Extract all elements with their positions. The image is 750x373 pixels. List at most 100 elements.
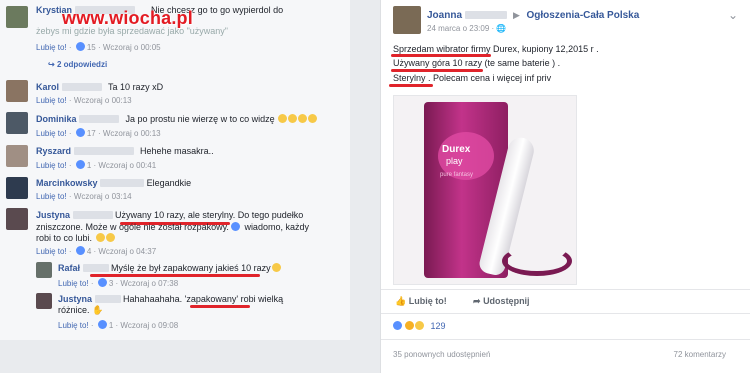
like-link[interactable]: Lubię to!: [36, 247, 67, 256]
comment-text: Hahahaahaha.: [123, 294, 185, 304]
like-icon: [75, 160, 85, 169]
divider: [381, 339, 750, 340]
like-icon: [75, 246, 85, 255]
globe-icon: 🌐: [496, 24, 507, 33]
comment-meta: Lubię to! · 1 · Wczoraj o 00:41: [36, 160, 157, 170]
comment: Justyna Hahahaahaha. 'zapakowany' robi w…: [58, 294, 338, 305]
replies-label: 2 odpowiedzi: [56, 60, 108, 69]
comment-author[interactable]: Dominika: [36, 114, 77, 124]
comment-meta: Lubię to! · 4 · Wczoraj o 04:37: [36, 246, 157, 256]
post-author[interactable]: Joanna: [427, 10, 462, 21]
comment-author[interactable]: Justyna: [36, 210, 70, 220]
wow-reaction-icon: [415, 321, 424, 330]
blurred-name: [464, 11, 507, 19]
comment-text: Ta 10 razy xD: [108, 82, 164, 92]
comments-count[interactable]: 72 komentarzy: [674, 350, 726, 359]
comment-author[interactable]: Karol: [36, 82, 59, 92]
post-date-row: 24 marca o 23:09 · 🌐: [427, 24, 507, 33]
like-link[interactable]: Lubię to!: [58, 321, 89, 330]
group-link[interactable]: Ogłoszenia-Cała Polska: [526, 10, 639, 21]
comment: Karol Ta 10 razy xD: [36, 82, 336, 93]
post-text-part: (te same baterie ) .: [482, 58, 561, 68]
reactions-count: 129: [430, 321, 446, 331]
post-line-2: Używany góra 10 razy (te same baterie ) …: [393, 58, 560, 69]
timestamp[interactable]: Wczoraj o 07:38: [120, 279, 178, 288]
reactions-summary[interactable]: 129: [391, 321, 446, 331]
replies-link[interactable]: ↪ 2 odpowiedzi: [48, 60, 107, 69]
like-count: 15: [86, 43, 96, 52]
like-count: 1: [108, 321, 114, 330]
share-button[interactable]: ➦ Udostępnij: [473, 296, 530, 307]
comment-meta: Lubię to! · 17 · Wczoraj o 00:13: [36, 128, 161, 138]
highlighted-text: Myślę że był zapakowany jakieś 10 razy: [111, 263, 271, 273]
blurred-name: [82, 264, 109, 272]
post-date[interactable]: 24 marca o 23:09: [427, 24, 489, 33]
comment-text: Ja po prostu nie wierzę w to co widzę: [125, 114, 275, 124]
red-underline: [190, 305, 250, 308]
like-count: 3: [108, 279, 114, 288]
shares-count[interactable]: 35 ponownych udostępnień: [393, 350, 490, 359]
highlighted-text: Używany góra 10 razy: [393, 58, 483, 68]
avatar[interactable]: [6, 80, 28, 102]
avatar[interactable]: [36, 293, 52, 309]
avatar[interactable]: [36, 262, 52, 278]
reply-arrow-icon: ↪: [48, 60, 55, 69]
share-button-label: Udostępnij: [483, 296, 530, 306]
comment-author[interactable]: Rafał: [58, 263, 80, 273]
comment-text: Do tego pudełko: [235, 210, 304, 220]
red-underline: [90, 274, 260, 277]
like-link[interactable]: Lubię to!: [36, 161, 67, 170]
share-icon: ➦: [473, 296, 481, 306]
timestamp[interactable]: Wczoraj o 09:08: [120, 321, 178, 330]
laughing-emoji-icon: [298, 114, 308, 123]
avatar[interactable]: [6, 112, 28, 134]
like-link[interactable]: Lubię to!: [36, 192, 67, 201]
timestamp[interactable]: Wczoraj o 00:13: [103, 129, 161, 138]
laughing-emoji-icon: [278, 114, 288, 123]
comment-text: Elegandkie: [146, 178, 192, 188]
highlighted-text: 'zapakowany': [184, 294, 239, 304]
like-icon: [75, 128, 85, 137]
pray-emoji-icon: ✋: [92, 305, 104, 315]
timestamp[interactable]: Wczoraj o 03:14: [74, 192, 132, 201]
watermark-logo: www.wiocha.pl: [62, 8, 193, 28]
timestamp[interactable]: Wczoraj o 04:37: [98, 247, 156, 256]
post-line-3: Sterylny . Polecam cena i więcej inf pri…: [393, 73, 551, 84]
comment-author[interactable]: Marcinkowsky: [36, 178, 98, 188]
comment-author[interactable]: Justyna: [58, 294, 92, 304]
timestamp[interactable]: Wczoraj o 00:13: [74, 96, 132, 105]
avatar[interactable]: [6, 6, 28, 28]
timestamp[interactable]: Wczoraj o 00:05: [103, 43, 161, 52]
highlighted-text: Sterylny: [393, 73, 426, 83]
blurred-name: [73, 147, 134, 155]
comment-text-part: różnice.: [58, 305, 90, 315]
avatar[interactable]: [6, 145, 28, 167]
avatar[interactable]: [6, 208, 28, 230]
divider: [381, 313, 750, 314]
like-link[interactable]: Lubię to!: [36, 43, 67, 52]
like-icon: [97, 278, 107, 287]
product-photo[interactable]: Durex play pure fantasy: [393, 95, 577, 285]
like-button[interactable]: 👍 Lubię to!: [395, 296, 447, 307]
like-button-label: Lubię to!: [408, 296, 447, 306]
comment: Dominika Ja po prostu nie wierzę w to co…: [36, 114, 336, 125]
laughing-emoji-icon: [95, 233, 105, 242]
like-icon: [75, 42, 85, 51]
comment-text-3: robi to co lubi.: [36, 233, 115, 244]
like-link[interactable]: Lubię to!: [58, 279, 89, 288]
comment-meta: Lubię to! · 1 · Wczoraj o 09:08: [58, 320, 179, 330]
avatar[interactable]: [6, 177, 28, 199]
brand-text: Durex: [442, 144, 471, 155]
laughing-emoji-icon: [288, 114, 298, 123]
like-link[interactable]: Lubię to!: [36, 129, 67, 138]
product-ribbon: [502, 246, 572, 276]
like-count: 4: [86, 247, 92, 256]
comment: Justyna Używany 10 razy, ale sterylny. D…: [36, 210, 346, 221]
blurred-name: [72, 211, 113, 219]
options-chevron-icon[interactable]: ⌄: [728, 8, 738, 22]
author-avatar[interactable]: [393, 6, 421, 34]
brand-subtext: play: [446, 156, 463, 166]
timestamp[interactable]: Wczoraj o 00:41: [98, 161, 156, 170]
like-link[interactable]: Lubię to!: [36, 96, 67, 105]
comment-author[interactable]: Ryszard: [36, 146, 71, 156]
